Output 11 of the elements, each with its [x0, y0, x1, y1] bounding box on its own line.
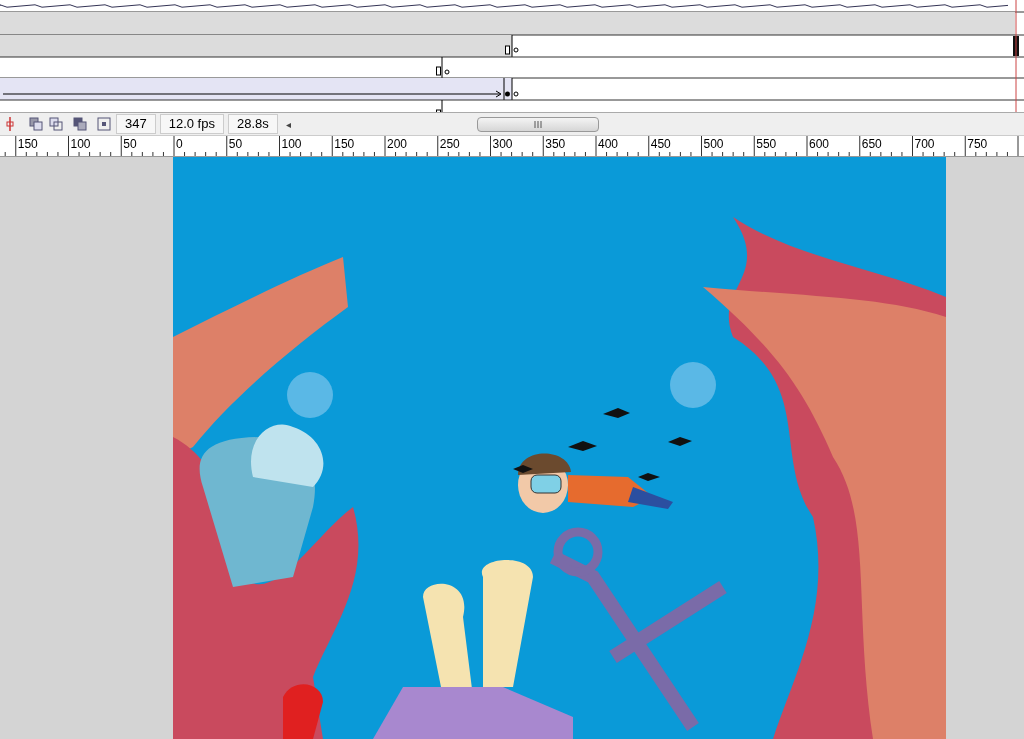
onion-marker-icon[interactable]	[4, 116, 16, 132]
frame-rate: 12.0 fps	[159, 114, 224, 134]
marker-range-icon[interactable]	[96, 116, 112, 132]
scrollbar-thumb[interactable]	[476, 116, 599, 132]
edit-frames-icon[interactable]	[72, 116, 88, 132]
onion-skin-icon[interactable]	[28, 116, 44, 132]
scroll-left-button[interactable]: ◂	[281, 116, 295, 132]
onion-outline-icon[interactable]	[48, 116, 64, 132]
elapsed-time: 28.8s	[227, 114, 278, 134]
grip-icon	[533, 120, 542, 128]
current-frame: 347	[116, 114, 156, 134]
